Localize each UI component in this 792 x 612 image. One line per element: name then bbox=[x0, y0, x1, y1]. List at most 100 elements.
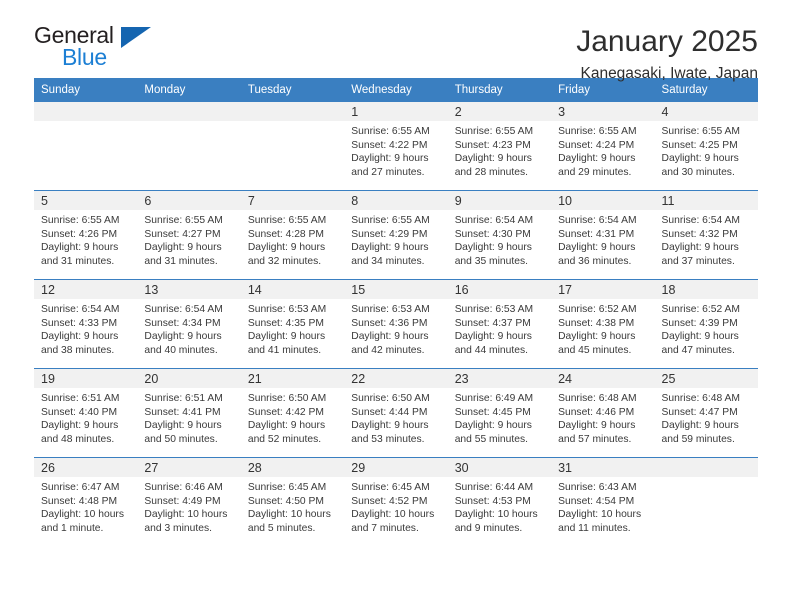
day-cell-inner: 10 Sunrise: 6:54 AM Sunset: 4:31 PM Dayligh… bbox=[551, 191, 655, 279]
daylight-duration-line1: Daylight: 10 hours bbox=[454, 509, 538, 521]
calendar-day-cell[interactable]: 30 Sunrise: 6:44 AM Sunset: 4:53 PM Dayligh… bbox=[447, 457, 552, 546]
daylight-duration-line1: Daylight: 9 hours bbox=[144, 242, 222, 254]
day-number: 15 bbox=[344, 280, 448, 299]
calendar-day-cell[interactable]: 21 Sunrise: 6:50 AM Sunset: 4:42 PM Dayligh… bbox=[240, 368, 345, 458]
calendar-day-cell[interactable]: 15 Sunrise: 6:53 AM Sunset: 4:36 PM Dayligh… bbox=[344, 279, 448, 369]
day-cell-inner: 24 Sunrise: 6:48 AM Sunset: 4:46 PM Dayligh… bbox=[551, 369, 655, 457]
daylight-duration-line1: Daylight: 9 hours bbox=[351, 420, 429, 432]
sunset-time: Sunset: 4:26 PM bbox=[41, 228, 118, 240]
calendar-day-cell[interactable]: 3 Sunrise: 6:55 AM Sunset: 4:24 PM Daylight… bbox=[551, 102, 655, 191]
daylight-duration-line1: Daylight: 9 hours bbox=[351, 331, 429, 343]
day-details: Sunrise: 6:55 AM Sunset: 4:24 PM Daylight:… bbox=[551, 121, 654, 179]
day-details: Sunrise: 6:48 AM Sunset: 4:47 PM Daylight:… bbox=[655, 388, 758, 446]
day-cell-inner: 30 Sunrise: 6:44 AM Sunset: 4:53 PM Dayligh… bbox=[447, 458, 552, 546]
calendar-day-cell[interactable]: 5 Sunrise: 6:55 AM Sunset: 4:26 PM Daylight… bbox=[34, 190, 138, 280]
calendar-day-cell[interactable]: 18 Sunrise: 6:52 AM Sunset: 4:39 PM Dayligh… bbox=[654, 279, 758, 369]
calendar-day-cell[interactable]: 13 Sunrise: 6:54 AM Sunset: 4:34 PM Dayligh… bbox=[137, 279, 241, 369]
calendar-day-cell[interactable]: 9 Sunrise: 6:54 AM Sunset: 4:30 PM Daylight… bbox=[447, 190, 552, 280]
daylight-duration-line1: Daylight: 10 hours bbox=[558, 509, 642, 521]
day-details: Sunrise: 6:52 AM Sunset: 4:38 PM Daylight:… bbox=[551, 299, 654, 357]
calendar-day-cell[interactable]: 26 Sunrise: 6:47 AM Sunset: 4:48 PM Dayligh… bbox=[34, 457, 138, 546]
calendar-day-cell[interactable]: 25 Sunrise: 6:48 AM Sunset: 4:47 PM Dayligh… bbox=[654, 368, 758, 458]
day-number: 1 bbox=[344, 102, 448, 121]
daylight-duration-line2: and 42 minutes. bbox=[351, 344, 425, 356]
sunset-time: Sunset: 4:25 PM bbox=[661, 139, 738, 151]
sunset-time: Sunset: 4:35 PM bbox=[247, 317, 324, 329]
day-number: 23 bbox=[447, 369, 552, 388]
sunset-time: Sunset: 4:48 PM bbox=[41, 495, 118, 507]
sunrise-time: Sunrise: 6:55 AM bbox=[351, 215, 430, 226]
day-number: 20 bbox=[137, 369, 241, 388]
calendar-day-cell[interactable]: 29 Sunrise: 6:45 AM Sunset: 4:52 PM Dayligh… bbox=[344, 457, 448, 546]
day-cell-inner: 29 Sunrise: 6:45 AM Sunset: 4:52 PM Dayligh… bbox=[344, 458, 448, 546]
sunset-time: Sunset: 4:49 PM bbox=[144, 495, 221, 507]
day-cell-inner: 2 Sunrise: 6:55 AM Sunset: 4:23 PM Daylight… bbox=[447, 102, 552, 190]
day-details: Sunrise: 6:55 AM Sunset: 4:22 PM Daylight:… bbox=[344, 121, 447, 179]
daylight-duration-line1: Daylight: 9 hours bbox=[247, 331, 326, 343]
sunset-time: Sunset: 4:33 PM bbox=[41, 317, 118, 329]
weekday-header-saturday: Saturday bbox=[654, 78, 758, 102]
calendar-day-cell[interactable]: 16 Sunrise: 6:53 AM Sunset: 4:37 PM Dayligh… bbox=[447, 279, 552, 369]
day-number bbox=[137, 102, 241, 121]
sunrise-time: Sunrise: 6:48 AM bbox=[558, 393, 637, 404]
daylight-duration-line1: Daylight: 9 hours bbox=[558, 420, 636, 432]
day-cell-inner: 13 Sunrise: 6:54 AM Sunset: 4:34 PM Dayligh… bbox=[137, 280, 241, 368]
calendar-day-cell[interactable]: 27 Sunrise: 6:46 AM Sunset: 4:49 PM Dayligh… bbox=[137, 457, 241, 546]
day-cell-inner bbox=[240, 102, 345, 190]
day-number: 21 bbox=[240, 369, 345, 388]
calendar-day-cell[interactable]: 11 Sunrise: 6:54 AM Sunset: 4:32 PM Dayligh… bbox=[654, 190, 758, 280]
calendar-day-cell[interactable]: 6 Sunrise: 6:55 AM Sunset: 4:27 PM Daylight… bbox=[137, 190, 241, 280]
sunrise-sunset-calendar: Sunday Monday Tuesday Wednesday Thursday Frid… bbox=[34, 78, 758, 546]
day-details: Sunrise: 6:45 AM Sunset: 4:50 PM Daylight:… bbox=[241, 477, 344, 535]
weekday-header-friday: Friday bbox=[551, 78, 655, 102]
calendar-body: 1 Sunrise: 6:55 AM Sunset: 4:22 PM Daylight… bbox=[34, 102, 758, 546]
day-number: 28 bbox=[240, 458, 345, 477]
calendar-day-cell[interactable]: 10 Sunrise: 6:54 AM Sunset: 4:31 PM Dayligh… bbox=[551, 190, 655, 280]
calendar-day-cell[interactable]: 23 Sunrise: 6:49 AM Sunset: 4:45 PM Dayligh… bbox=[447, 368, 552, 458]
daylight-duration-line2: and 55 minutes. bbox=[454, 433, 528, 445]
daylight-duration-line2: and 59 minutes. bbox=[661, 433, 735, 445]
day-details: Sunrise: 6:54 AM Sunset: 4:30 PM Daylight:… bbox=[448, 210, 551, 268]
sunset-time: Sunset: 4:34 PM bbox=[144, 317, 221, 329]
sunrise-time: Sunrise: 6:55 AM bbox=[41, 215, 120, 226]
daylight-duration-line2: and 11 minutes. bbox=[558, 522, 631, 534]
calendar-day-cell[interactable]: 1 Sunrise: 6:55 AM Sunset: 4:22 PM Daylight… bbox=[344, 102, 448, 191]
calendar-day-cell[interactable]: 28 Sunrise: 6:45 AM Sunset: 4:50 PM Dayligh… bbox=[240, 457, 345, 546]
sunrise-time: Sunrise: 6:55 AM bbox=[144, 215, 223, 226]
day-details: Sunrise: 6:53 AM Sunset: 4:35 PM Daylight:… bbox=[241, 299, 344, 357]
calendar-day-cell[interactable]: 19 Sunrise: 6:51 AM Sunset: 4:40 PM Dayligh… bbox=[34, 368, 138, 458]
day-number: 26 bbox=[34, 458, 138, 477]
day-details: Sunrise: 6:51 AM Sunset: 4:41 PM Daylight:… bbox=[137, 388, 240, 446]
calendar-day-cell[interactable]: 31 Sunrise: 6:43 AM Sunset: 4:54 PM Dayligh… bbox=[551, 457, 655, 546]
calendar-cell-empty bbox=[654, 457, 758, 546]
sunset-time: Sunset: 4:45 PM bbox=[454, 406, 531, 418]
daylight-duration-line2: and 36 minutes. bbox=[558, 255, 632, 267]
calendar-day-cell[interactable]: 7 Sunrise: 6:55 AM Sunset: 4:28 PM Daylight… bbox=[240, 190, 345, 280]
calendar-day-cell[interactable]: 17 Sunrise: 6:52 AM Sunset: 4:38 PM Dayligh… bbox=[551, 279, 655, 369]
day-number: 30 bbox=[447, 458, 552, 477]
daylight-duration-line2: and 53 minutes. bbox=[351, 433, 425, 445]
calendar-day-cell[interactable]: 22 Sunrise: 6:50 AM Sunset: 4:44 PM Dayligh… bbox=[344, 368, 448, 458]
calendar-day-cell[interactable]: 14 Sunrise: 6:53 AM Sunset: 4:35 PM Dayligh… bbox=[240, 279, 345, 369]
calendar-day-cell[interactable]: 20 Sunrise: 6:51 AM Sunset: 4:41 PM Dayligh… bbox=[137, 368, 241, 458]
calendar-day-cell[interactable]: 8 Sunrise: 6:55 AM Sunset: 4:29 PM Daylight… bbox=[344, 190, 448, 280]
day-number bbox=[654, 458, 758, 477]
day-cell-inner: 23 Sunrise: 6:49 AM Sunset: 4:45 PM Dayligh… bbox=[447, 369, 552, 457]
calendar-day-cell[interactable]: 2 Sunrise: 6:55 AM Sunset: 4:23 PM Daylight… bbox=[447, 102, 552, 191]
day-details: Sunrise: 6:55 AM Sunset: 4:26 PM Daylight:… bbox=[34, 210, 137, 268]
day-number: 8 bbox=[344, 191, 448, 210]
day-details: Sunrise: 6:55 AM Sunset: 4:25 PM Daylight:… bbox=[655, 121, 758, 179]
daylight-duration-line2: and 50 minutes. bbox=[144, 433, 218, 445]
day-cell-inner: 1 Sunrise: 6:55 AM Sunset: 4:22 PM Daylight… bbox=[344, 102, 448, 190]
sunrise-time: Sunrise: 6:46 AM bbox=[144, 482, 223, 493]
calendar-day-cell[interactable]: 12 Sunrise: 6:54 AM Sunset: 4:33 PM Dayligh… bbox=[34, 279, 138, 369]
calendar-day-cell[interactable]: 24 Sunrise: 6:48 AM Sunset: 4:46 PM Dayligh… bbox=[551, 368, 655, 458]
day-cell-inner: 8 Sunrise: 6:55 AM Sunset: 4:29 PM Daylight… bbox=[344, 191, 448, 279]
daylight-duration-line1: Daylight: 10 hours bbox=[144, 509, 228, 521]
sunrise-time: Sunrise: 6:55 AM bbox=[247, 215, 327, 226]
calendar-day-cell[interactable]: 4 Sunrise: 6:55 AM Sunset: 4:25 PM Daylight… bbox=[654, 102, 758, 191]
day-cell-inner: 14 Sunrise: 6:53 AM Sunset: 4:35 PM Dayligh… bbox=[240, 280, 345, 368]
daylight-duration-line2: and 31 minutes. bbox=[41, 255, 115, 267]
day-number: 13 bbox=[137, 280, 241, 299]
day-number: 10 bbox=[551, 191, 655, 210]
